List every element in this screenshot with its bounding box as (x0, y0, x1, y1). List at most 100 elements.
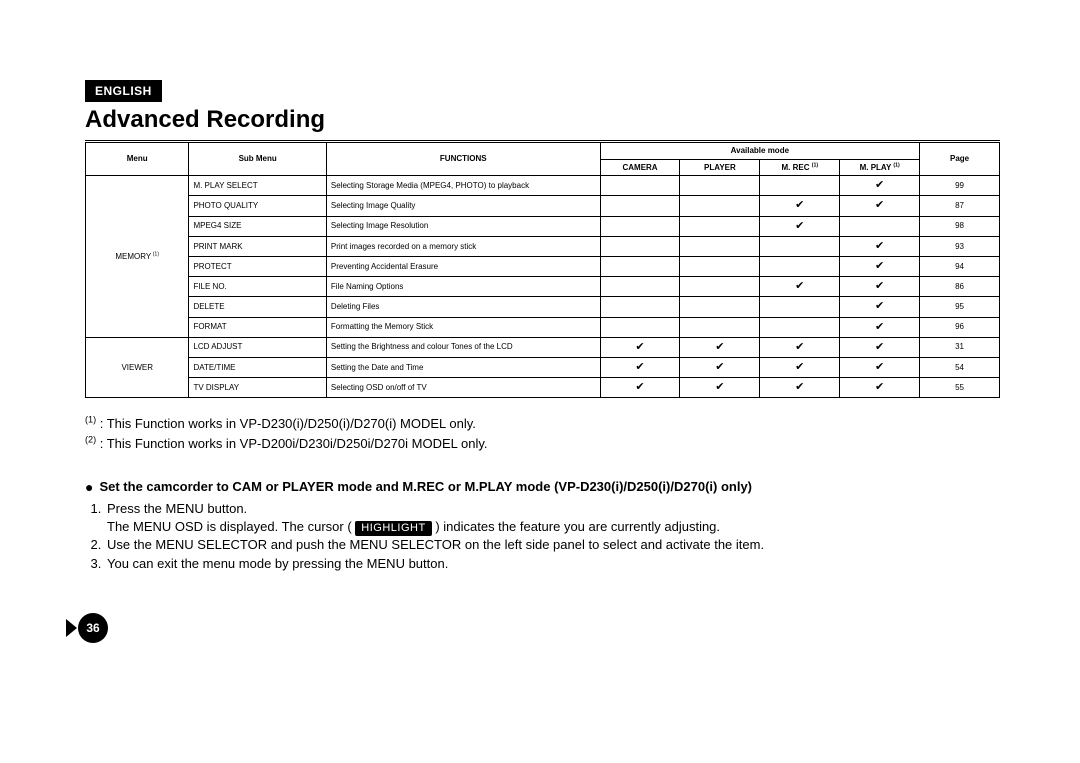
page-cell: 96 (920, 317, 1000, 337)
page-cell: 99 (920, 176, 1000, 196)
table-row: VIEWERLCD ADJUSTSetting the Brightness a… (86, 337, 1000, 357)
mode-cell (760, 317, 840, 337)
submenu-cell: DELETE (189, 297, 326, 317)
mode-cell (760, 378, 840, 398)
mode-cell (600, 216, 680, 236)
check-icon (795, 222, 804, 231)
page-arrow-icon (66, 619, 77, 637)
submenu-cell: MPEG4 SIZE (189, 216, 326, 236)
submenu-cell: PROTECT (189, 256, 326, 276)
page-cell: 54 (920, 357, 1000, 377)
mode-cell (760, 236, 840, 256)
th-player: PLAYER (680, 159, 760, 176)
submenu-cell: DATE/TIME (189, 357, 326, 377)
mode-cell (680, 236, 760, 256)
check-icon (875, 343, 884, 352)
instruction-step: Use the MENU SELECTOR and push the MENU … (105, 536, 1000, 554)
check-icon (635, 363, 644, 372)
mode-cell (680, 378, 760, 398)
table-row: DATE/TIMESetting the Date and Time 54 (86, 357, 1000, 377)
footnotes: (1) : This Function works in VP-D230(i)/… (85, 414, 1000, 453)
check-icon (715, 383, 724, 392)
page-cell: 93 (920, 236, 1000, 256)
check-icon (635, 343, 644, 352)
submenu-cell: FORMAT (189, 317, 326, 337)
function-cell: Preventing Accidental Erasure (326, 256, 600, 276)
check-icon (635, 383, 644, 392)
mode-cell (680, 337, 760, 357)
check-icon (875, 181, 884, 190)
table-row: PROTECTPreventing Accidental Erasure94 (86, 256, 1000, 276)
mode-cell (760, 277, 840, 297)
manual-page: ENGLISH Advanced Recording Menu Sub Menu… (0, 0, 1080, 763)
mode-cell (760, 297, 840, 317)
table-row: FILE NO.File Naming Options86 (86, 277, 1000, 297)
mode-cell (840, 256, 920, 276)
table-row: DELETEDeleting Files95 (86, 297, 1000, 317)
table-row: FORMATFormatting the Memory Stick 96 (86, 317, 1000, 337)
mode-cell (680, 196, 760, 216)
mode-cell (680, 216, 760, 236)
mode-cell (680, 277, 760, 297)
instructions-list: Press the MENU button. The MENU OSD is d… (85, 500, 1000, 573)
check-icon (795, 363, 804, 372)
page-cell: 98 (920, 216, 1000, 236)
th-page: Page (920, 143, 1000, 176)
page-title: Advanced Recording (85, 106, 1000, 134)
submenu-cell: TV DISPLAY (189, 378, 326, 398)
function-cell: File Naming Options (326, 277, 600, 297)
mode-cell (600, 176, 680, 196)
check-icon (875, 363, 884, 372)
submenu-cell: PHOTO QUALITY (189, 196, 326, 216)
table-row: MPEG4 SIZESelecting Image Resolution 98 (86, 216, 1000, 236)
menu-group-cell: MEMORY (1) (86, 176, 189, 338)
table-row: PRINT MARKPrint images recorded on a mem… (86, 236, 1000, 256)
mode-instruction-heading: ● Set the camcorder to CAM or PLAYER mod… (85, 479, 1000, 496)
footnote-2: (2) : This Function works in VP-D200i/D2… (85, 434, 1000, 454)
check-icon (875, 242, 884, 251)
mode-cell (760, 256, 840, 276)
mode-cell (600, 337, 680, 357)
function-cell: Selecting Storage Media (MPEG4, PHOTO) t… (326, 176, 600, 196)
language-badge: ENGLISH (85, 80, 162, 102)
th-available-mode: Available mode (600, 143, 920, 160)
function-cell: Selecting OSD on/off of TV (326, 378, 600, 398)
page-cell: 95 (920, 297, 1000, 317)
feature-table-body: MEMORY (1)M. PLAY SELECTSelecting Storag… (86, 176, 1000, 398)
check-icon (875, 323, 884, 332)
submenu-cell: LCD ADJUST (189, 337, 326, 357)
th-functions: FUNCTIONS (326, 143, 600, 176)
mode-cell (760, 337, 840, 357)
mode-cell (600, 357, 680, 377)
page-cell: 55 (920, 378, 1000, 398)
mode-cell (600, 317, 680, 337)
mode-cell (840, 357, 920, 377)
mode-cell (600, 256, 680, 276)
function-cell: Selecting Image Quality (326, 196, 600, 216)
submenu-cell: FILE NO. (189, 277, 326, 297)
function-cell: Formatting the Memory Stick (326, 317, 600, 337)
mode-cell (680, 256, 760, 276)
th-mplay: M. PLAY (1) (840, 159, 920, 176)
th-submenu: Sub Menu (189, 143, 326, 176)
mode-cell (680, 317, 760, 337)
menu-group-cell: VIEWER (86, 337, 189, 398)
th-menu: Menu (86, 143, 189, 176)
submenu-cell: PRINT MARK (189, 236, 326, 256)
mode-cell (760, 216, 840, 236)
mode-cell (840, 378, 920, 398)
mode-cell (840, 176, 920, 196)
title-divider (85, 140, 1000, 141)
mode-cell (840, 277, 920, 297)
mode-cell (600, 378, 680, 398)
function-cell: Selecting Image Resolution (326, 216, 600, 236)
mode-cell (600, 277, 680, 297)
submenu-cell: M. PLAY SELECT (189, 176, 326, 196)
check-icon (875, 282, 884, 291)
page-number: 36 (78, 613, 108, 643)
page-cell: 31 (920, 337, 1000, 357)
mode-cell (600, 297, 680, 317)
feature-table: Menu Sub Menu FUNCTIONS Available mode P… (85, 142, 1000, 398)
function-cell: Setting the Date and Time (326, 357, 600, 377)
mode-cell (840, 216, 920, 236)
